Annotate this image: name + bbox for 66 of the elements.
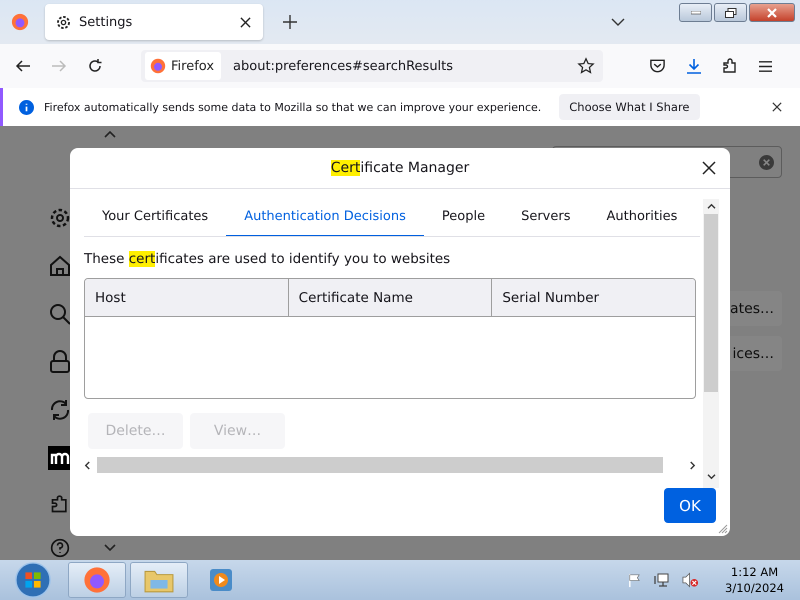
flag-icon[interactable] xyxy=(627,572,642,588)
scroll-up-icon[interactable] xyxy=(706,203,716,210)
firefox-logo-icon xyxy=(150,58,166,74)
network-icon[interactable] xyxy=(654,572,670,588)
minimize-button[interactable] xyxy=(679,3,712,22)
tab-title: Settings xyxy=(79,14,134,30)
download-icon[interactable] xyxy=(686,58,702,74)
close-icon[interactable] xyxy=(240,16,251,28)
puzzle-icon[interactable] xyxy=(722,58,738,74)
choose-share-button[interactable]: Choose What I Share xyxy=(559,94,700,120)
search-icon[interactable] xyxy=(48,302,72,326)
tab[interactable]: People xyxy=(424,199,504,236)
column-header[interactable]: Serial Number xyxy=(491,279,695,316)
vertical-scrollbar[interactable] xyxy=(703,199,719,488)
address-bar[interactable]: Firefox about:preferences#searchResults xyxy=(141,50,603,82)
menu-icon[interactable] xyxy=(758,60,773,72)
scroll-down-icon[interactable] xyxy=(706,473,716,480)
gear-icon xyxy=(55,14,72,30)
chevron-down-icon[interactable] xyxy=(611,18,625,26)
m-logo-icon[interactable] xyxy=(48,446,72,470)
url-text: about:preferences#searchResults xyxy=(233,58,454,74)
lock-icon[interactable] xyxy=(48,350,72,374)
minimize-icon xyxy=(690,10,700,14)
close-button[interactable] xyxy=(749,3,795,22)
column-header[interactable]: Certificate Name xyxy=(288,279,492,316)
help-icon[interactable] xyxy=(50,538,70,558)
home-icon[interactable] xyxy=(48,254,72,278)
scroll-left-icon[interactable] xyxy=(84,460,91,470)
resize-grip-icon[interactable] xyxy=(718,524,728,534)
reload-icon[interactable] xyxy=(87,58,103,74)
restore-button[interactable] xyxy=(714,3,747,22)
tab[interactable]: Authorities xyxy=(588,199,696,236)
chevron-down-icon[interactable] xyxy=(104,544,116,552)
browser-tab[interactable]: Settings xyxy=(45,4,263,40)
identity-text: Firefox xyxy=(171,58,214,74)
sync-icon[interactable] xyxy=(48,398,72,422)
star-icon[interactable] xyxy=(577,57,595,75)
ok-button[interactable]: OK xyxy=(664,488,716,523)
clock-time[interactable]: 1:12 AM xyxy=(730,564,778,580)
back-icon[interactable] xyxy=(15,58,31,74)
chevron-up-icon[interactable] xyxy=(104,130,116,138)
tab[interactable]: Servers xyxy=(503,199,588,236)
play-icon xyxy=(209,568,233,592)
new-tab-icon[interactable] xyxy=(283,15,297,29)
dialog-title: Certificate Manager xyxy=(330,160,470,176)
start-button[interactable] xyxy=(14,561,52,599)
description-text: These certificates are used to identify you to websites xyxy=(84,251,452,267)
pocket-icon[interactable] xyxy=(649,58,666,74)
restore-icon xyxy=(724,8,736,18)
muted-speaker-icon[interactable] xyxy=(682,572,700,588)
firefox-logo-icon[interactable] xyxy=(11,13,29,31)
gear-icon[interactable] xyxy=(48,206,72,230)
notification-message: Firefox automatically sends some data to Mozilla so that we can improve your experience. xyxy=(44,100,542,114)
identity-label[interactable]: Firefox xyxy=(145,52,222,80)
close-icon[interactable] xyxy=(772,102,782,112)
tab[interactable]: Authentication Decisions xyxy=(226,199,424,236)
tab[interactable]: Your Certificates xyxy=(84,199,226,236)
column-header[interactable]: Host xyxy=(85,279,288,316)
clear-icon[interactable] xyxy=(759,154,774,170)
close-icon xyxy=(767,8,777,18)
firefox-taskbar-button[interactable] xyxy=(68,562,126,598)
clock-date[interactable]: 3/10/2024 xyxy=(725,580,784,596)
scroll-right-icon[interactable] xyxy=(689,460,696,470)
info-icon xyxy=(19,100,34,114)
firefox-logo-icon xyxy=(83,566,111,594)
close-icon[interactable] xyxy=(702,161,716,175)
